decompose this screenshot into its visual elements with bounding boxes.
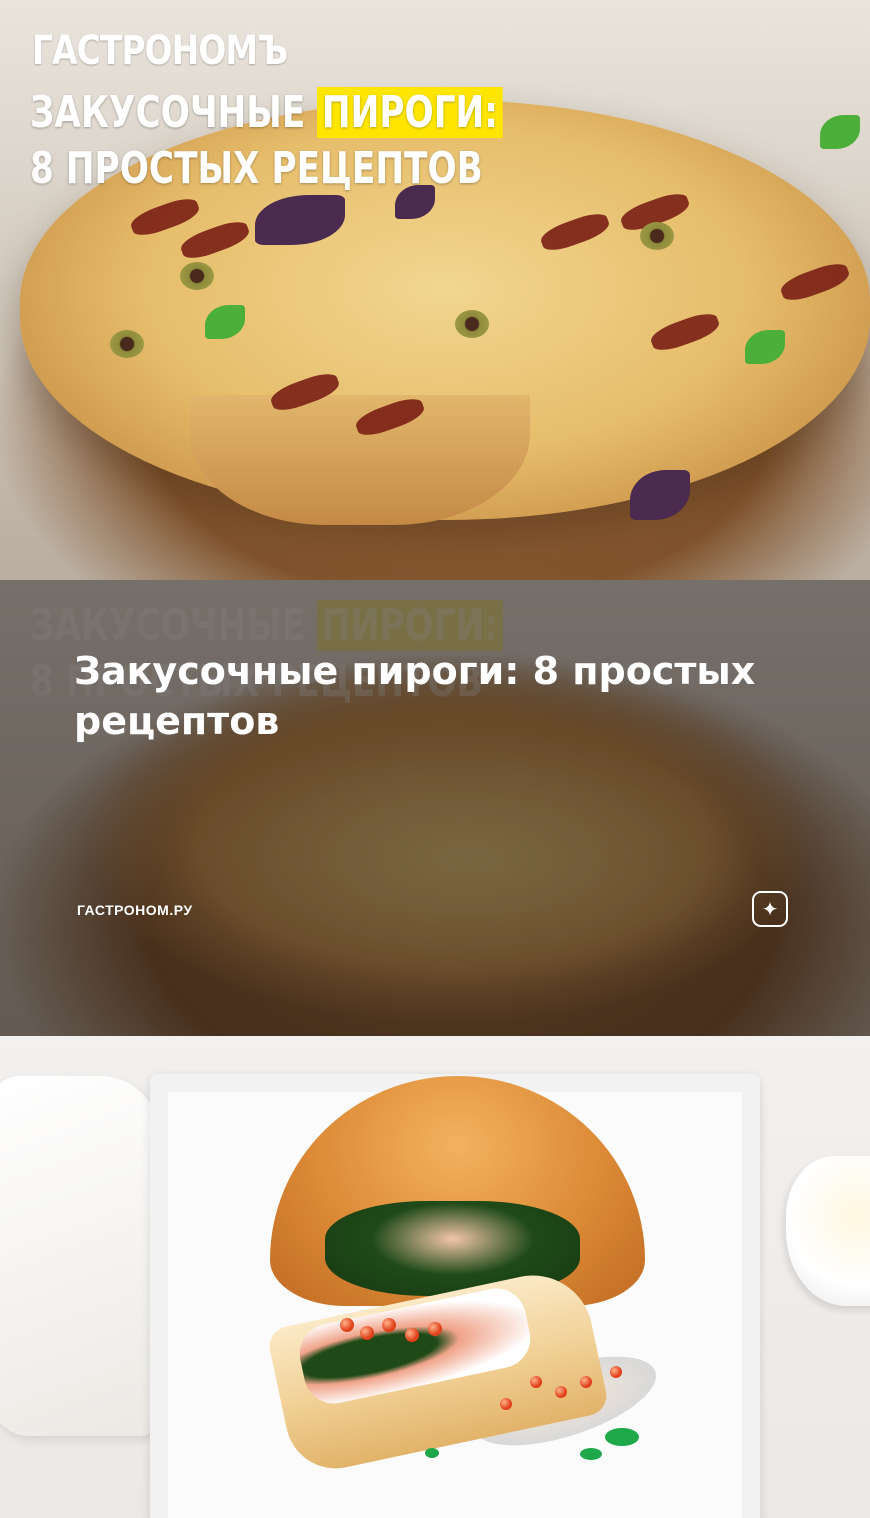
roe — [360, 1326, 374, 1340]
olive-garnish — [180, 262, 214, 290]
olive-garnish — [640, 222, 674, 250]
roe — [382, 1318, 396, 1332]
headline-line2: 8 ПРОСТЫХ РЕЦЕПТОВ — [30, 143, 483, 194]
basil-leaf — [820, 115, 860, 149]
hero-image: ГАСТРОНОМЪ ЗАКУСОЧНЫЕ ПИРОГИ: 8 ПРОСТЫХ … — [0, 0, 870, 580]
card-source: ГАСТРОНОМ.РУ — [77, 902, 193, 918]
roe — [428, 1322, 442, 1336]
headline-highlight: ПИРОГИ: — [317, 87, 503, 138]
herb-oil-drop — [605, 1428, 639, 1446]
olive-garnish — [455, 310, 489, 338]
roe — [580, 1376, 592, 1388]
sparkle-icon: ✦ — [761, 897, 779, 921]
card-title[interactable]: Закусочные пироги: 8 простых рецептов — [74, 646, 814, 746]
hero-headline: ЗАКУСОЧНЫЕ ПИРОГИ: 8 ПРОСТЫХ РЕЦЕПТОВ — [30, 85, 503, 197]
herb-oil-drop — [425, 1448, 439, 1458]
article-card[interactable]: ЗАКУСОЧНЫЕ ПИРОГИ: 8 ПРОСТЫХ РЕЦЕПТОВ За… — [0, 580, 870, 1036]
sauce-bowl — [786, 1156, 870, 1306]
roe — [340, 1318, 354, 1332]
roe — [405, 1328, 419, 1342]
napkin — [0, 1076, 160, 1436]
roe — [530, 1376, 542, 1388]
roe — [610, 1366, 622, 1378]
brand-logo: ГАСТРОНОМЪ — [32, 28, 288, 74]
sparkle-button[interactable]: ✦ — [752, 891, 788, 927]
headline-prefix: ЗАКУСОЧНЫЕ — [30, 87, 318, 138]
roe — [555, 1386, 567, 1398]
dish-photo — [0, 1036, 870, 1518]
herb-oil-drop — [580, 1448, 602, 1460]
roe — [500, 1398, 512, 1410]
olive-garnish — [110, 330, 144, 358]
